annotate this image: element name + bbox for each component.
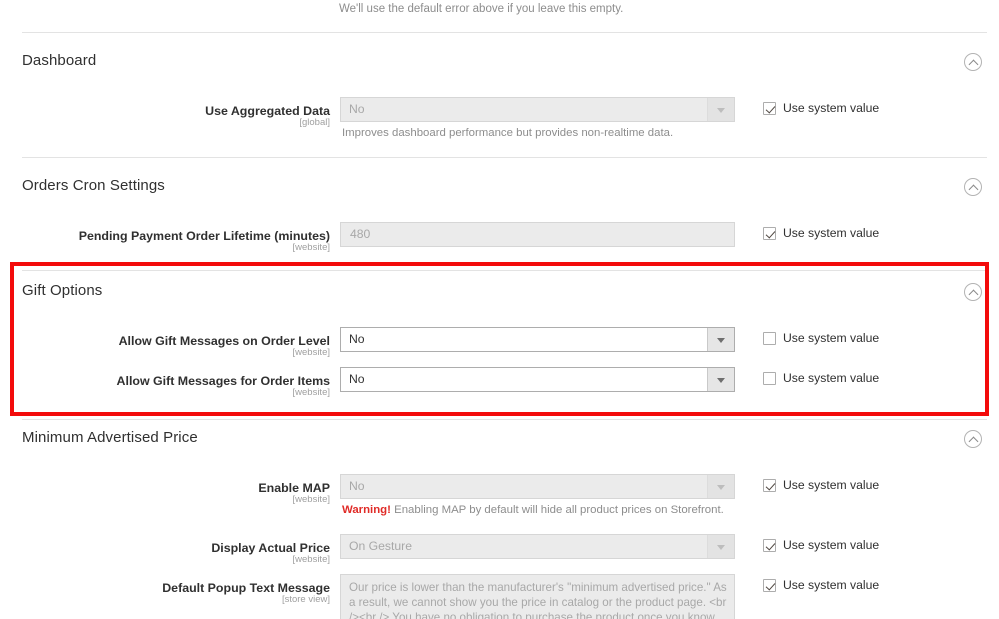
use-system-value-label: Use system value bbox=[783, 538, 880, 552]
field-text-input: 480 bbox=[340, 222, 735, 247]
checkbox-box[interactable] bbox=[763, 227, 776, 240]
field-row: Pending Payment Order Lifetime (minutes)… bbox=[0, 222, 999, 253]
field-row: Use Aggregated Data [global] No Improves da… bbox=[0, 97, 999, 139]
field-label: Display Actual Price bbox=[211, 541, 330, 555]
field-label: Default Popup Text Message bbox=[162, 581, 330, 595]
field-scope: [website] bbox=[292, 554, 331, 565]
field-select: No bbox=[340, 97, 735, 122]
chevron-up-circle-icon[interactable] bbox=[964, 178, 982, 196]
field-hint: Improves dashboard performance but provi… bbox=[342, 127, 674, 139]
field-label: Use Aggregated Data bbox=[205, 104, 330, 118]
field-select[interactable]: No bbox=[340, 327, 735, 352]
section-title-minimum-advertised-price[interactable]: Minimum Advertised Price bbox=[22, 429, 198, 446]
field-select: No bbox=[340, 474, 735, 499]
use-system-value-label: Use system value bbox=[783, 371, 880, 385]
chevron-down-icon[interactable] bbox=[707, 328, 734, 351]
section-title-gift-options[interactable]: Gift Options bbox=[22, 282, 102, 299]
previous-field-hint: We'll use the default error above if you… bbox=[339, 3, 624, 15]
use-system-value-label: Use system value bbox=[783, 226, 880, 240]
chevron-down-icon[interactable] bbox=[707, 368, 734, 391]
checkbox-box[interactable] bbox=[763, 332, 776, 345]
field-scope: [website] bbox=[292, 494, 331, 505]
section-divider bbox=[22, 157, 987, 158]
field-hint: Warning! Enabling MAP by default will hi… bbox=[342, 504, 724, 516]
field-row: Default Popup Text Message [store view] Ou… bbox=[0, 574, 999, 619]
section-divider bbox=[22, 32, 987, 33]
field-scope: [global] bbox=[299, 117, 330, 128]
warning-prefix: Warning! bbox=[342, 504, 391, 516]
field-scope: [website] bbox=[292, 242, 331, 253]
use-system-value-label: Use system value bbox=[783, 578, 880, 592]
chevron-up-circle-icon[interactable] bbox=[964, 283, 982, 301]
field-label: Enable MAP bbox=[258, 481, 330, 495]
chevron-down-icon bbox=[707, 535, 734, 558]
field-scope: [website] bbox=[292, 347, 331, 358]
checkbox-box[interactable] bbox=[763, 539, 776, 552]
field-row: Enable MAP [website] No Warning! Enabling M… bbox=[0, 474, 999, 516]
section-divider bbox=[22, 419, 987, 420]
field-row: Display Actual Price [website] On Gesture U… bbox=[0, 534, 999, 565]
field-label: Allow Gift Messages on Order Level bbox=[118, 334, 330, 348]
chevron-down-icon bbox=[707, 98, 734, 121]
field-scope: [website] bbox=[292, 387, 331, 398]
field-label: Pending Payment Order Lifetime (minutes) bbox=[78, 229, 330, 243]
field-row: Allow Gift Messages on Order Level [websi… bbox=[0, 327, 999, 358]
field-textarea: Our price is lower than the manufacturer… bbox=[340, 574, 735, 619]
use-system-value-label: Use system value bbox=[783, 478, 880, 492]
checkbox-box[interactable] bbox=[763, 102, 776, 115]
checkbox-box[interactable] bbox=[763, 479, 776, 492]
field-row: Allow Gift Messages for Order Items [webs… bbox=[0, 367, 999, 398]
section-divider bbox=[22, 270, 987, 271]
section-title-dashboard[interactable]: Dashboard bbox=[22, 52, 96, 69]
checkbox-box[interactable] bbox=[763, 579, 776, 592]
field-label: Allow Gift Messages for Order Items bbox=[116, 374, 330, 388]
use-system-value-label: Use system value bbox=[783, 331, 880, 345]
use-system-value-label: Use system value bbox=[783, 101, 880, 115]
section-title-orders-cron-settings[interactable]: Orders Cron Settings bbox=[22, 177, 165, 194]
config-settings-page: We'll use the default error above if you… bbox=[0, 0, 999, 619]
field-select: On Gesture bbox=[340, 534, 735, 559]
chevron-up-circle-icon[interactable] bbox=[964, 53, 982, 71]
field-scope: [store view] bbox=[281, 594, 330, 605]
checkbox-box[interactable] bbox=[763, 372, 776, 385]
chevron-down-icon bbox=[707, 475, 734, 498]
chevron-up-circle-icon[interactable] bbox=[964, 430, 982, 448]
field-select[interactable]: No bbox=[340, 367, 735, 392]
